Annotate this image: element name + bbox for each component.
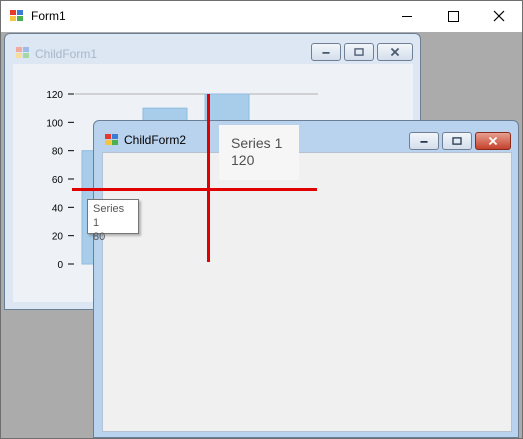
app-icon (105, 134, 118, 145)
child-form2-client-area (102, 152, 512, 432)
tooltip-series-name: Series 1 (93, 203, 125, 229)
close-icon (488, 136, 498, 146)
y-tick-label: 60 (52, 175, 64, 186)
tooltip-value: 80 (93, 231, 106, 243)
y-tick-label: 100 (46, 118, 63, 129)
minimize-icon (420, 141, 428, 143)
tooltip-value: 120 (231, 152, 255, 168)
child2-minimize-button[interactable] (409, 132, 439, 150)
crosshair-vertical-line (207, 94, 210, 262)
child2-close-button[interactable] (475, 132, 511, 150)
child2-restore-button[interactable] (442, 132, 472, 150)
y-tick-label: 40 (52, 203, 64, 214)
data-point-tooltip: Series 1 80 (87, 199, 139, 243)
y-tick-label: 20 (52, 232, 64, 243)
y-tick-label: 80 (52, 147, 64, 158)
restore-icon (452, 137, 462, 145)
chart-tooltip: Series 1 120 (219, 125, 299, 180)
y-tick-label: 0 (57, 260, 63, 271)
tooltip-series-name: Series 1 (231, 135, 283, 151)
y-tick-label: 120 (46, 90, 63, 101)
child-form2-title: ChildForm2 (124, 133, 187, 147)
crosshair-horizontal-line (72, 188, 317, 191)
child-form2-window[interactable]: ChildForm2 (93, 120, 519, 438)
